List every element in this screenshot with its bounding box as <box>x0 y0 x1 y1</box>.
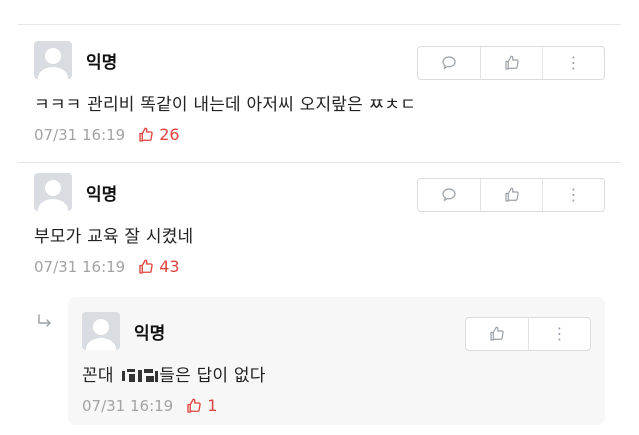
like-count: 1 <box>185 396 217 415</box>
comment-item: 익명 ⋮ 부모가 교육 잘 시켰네 07/31 16:19 43 <box>34 172 605 276</box>
thumbs-up-icon <box>139 127 154 142</box>
more-button[interactable]: ⋮ <box>542 47 604 79</box>
speech-bubble-icon <box>442 56 456 70</box>
comment-actions: ⋮ <box>417 46 605 80</box>
like-count-value: 1 <box>207 396 218 415</box>
more-vertical-icon: ⋮ <box>565 185 582 204</box>
reply-text-before: 꼰대 <box>82 366 120 386</box>
reply-button[interactable] <box>418 47 480 79</box>
like-button[interactable] <box>466 318 528 350</box>
reply-button[interactable] <box>418 179 480 211</box>
censored-word <box>120 368 159 384</box>
comment-text: 부모가 교육 잘 시켰네 <box>34 227 194 247</box>
more-vertical-icon: ⋮ <box>565 53 582 72</box>
reply-text-after: 들은 답이 없다 <box>159 366 266 386</box>
more-vertical-icon: ⋮ <box>551 324 568 343</box>
reply-container: 익명 ⋮ 꼰대 들은 답이 없다 07/31 16:19 1 <box>68 297 605 425</box>
thumbs-up-icon <box>187 398 202 413</box>
thumbs-up-icon <box>504 55 519 70</box>
like-button[interactable] <box>480 47 542 79</box>
like-button[interactable] <box>480 179 542 211</box>
like-count-value: 43 <box>159 257 180 276</box>
top-divider <box>18 24 621 25</box>
comment-divider <box>18 162 621 163</box>
reply-item: 익명 ⋮ 꼰대 들은 답이 없다 07/31 16:19 1 <box>82 311 591 415</box>
avatar <box>82 312 120 350</box>
comment-actions: ⋮ <box>417 178 605 212</box>
reply-timestamp: 07/31 16:19 <box>82 396 174 415</box>
comment-text: ㅋㅋㅋ 관리비 똑같이 내는데 아저씨 오지랖은 ㅉㅊㄷ <box>34 95 417 115</box>
avatar <box>34 173 72 211</box>
comment-timestamp: 07/31 16:19 <box>34 257 126 276</box>
comment-item: 익명 ⋮ ㅋㅋㅋ 관리비 똑같이 내는데 아저씨 오지랖은 ㅉㅊㄷ 07/31 … <box>34 40 605 144</box>
avatar <box>34 41 72 79</box>
reply-arrow-icon <box>38 314 51 327</box>
comment-timestamp: 07/31 16:19 <box>34 125 126 144</box>
comment-author: 익명 <box>86 184 118 205</box>
more-button[interactable]: ⋮ <box>528 318 590 350</box>
like-count: 26 <box>137 125 180 144</box>
like-count-value: 26 <box>159 125 180 144</box>
like-count: 43 <box>137 257 180 276</box>
thumbs-up-icon <box>490 326 504 341</box>
speech-bubble-icon <box>442 188 456 202</box>
comment-author: 익명 <box>86 52 118 73</box>
more-button[interactable]: ⋮ <box>542 179 604 211</box>
reply-text: 꼰대 들은 답이 없다 <box>82 361 591 386</box>
thumbs-up-icon <box>139 259 154 274</box>
reply-author: 익명 <box>134 323 166 344</box>
thumbs-up-icon <box>504 187 519 202</box>
reply-actions: ⋮ <box>465 317 591 351</box>
